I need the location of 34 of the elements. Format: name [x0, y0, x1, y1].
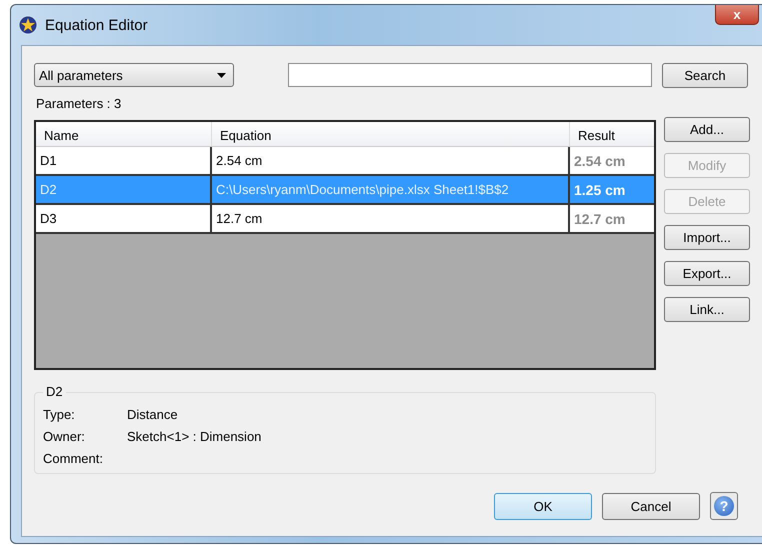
search-field[interactable] [288, 63, 652, 87]
field-label: Comment: [43, 450, 104, 466]
column-header[interactable]: Name [36, 122, 212, 146]
table-cell-text: 12.7 cm [573, 210, 626, 229]
dialog-button[interactable]: Cancel [602, 492, 700, 520]
field-label: Owner: [43, 428, 86, 444]
table-cell: D1 [36, 147, 212, 174]
action-button[interactable]: Export... [664, 261, 750, 286]
group-title: D2 [43, 384, 66, 399]
column-header[interactable]: Equation [212, 122, 570, 146]
table-cell: D2 [36, 176, 212, 203]
close-button[interactable]: x [715, 5, 759, 25]
caret-icon [217, 72, 226, 78]
window-title: Equation Editor [45, 16, 148, 34]
table-cell-text: 1.25 cm [573, 181, 626, 200]
field-label: Type: [43, 406, 76, 422]
action-button[interactable]: Add... [664, 117, 750, 142]
dialog-button[interactable]: OK [494, 492, 592, 520]
parameter-count: Parameters : 3 [36, 96, 122, 113]
table-cell: 2.54 cm [212, 147, 570, 174]
field-value: Distance [127, 406, 178, 422]
field-value: Sketch<1> : Dimension [127, 428, 262, 444]
table-cell: 12.7 cm [212, 205, 570, 232]
table-row[interactable]: D1 2.54 cm 2.54 cm [36, 147, 654, 176]
table-cell: D3 [36, 205, 212, 232]
filter-dropdown[interactable]: All parameters [34, 63, 234, 87]
table-row[interactable]: D3 12.7 cm 12.7 cm [36, 205, 654, 234]
table-cell-text: 2.54 cm [573, 152, 626, 171]
search-button[interactable]: Search [662, 62, 748, 88]
column-header[interactable]: Result [570, 122, 654, 146]
star-icon [19, 16, 37, 34]
action-button[interactable]: Import... [664, 225, 750, 250]
action-button[interactable]: Link... [664, 297, 750, 322]
table-cell: C:\Users\ryanm\Documents\pipe.xlsx Sheet1!$B$2 [212, 176, 570, 203]
